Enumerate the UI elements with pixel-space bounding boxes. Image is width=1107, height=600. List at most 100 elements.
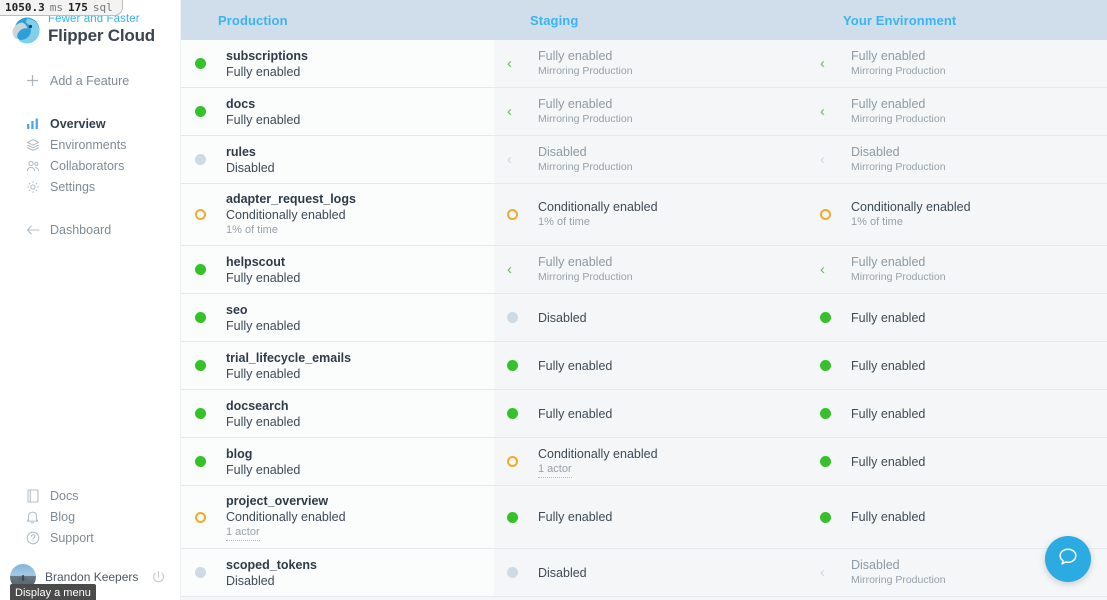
feature-state-detail: 1% of time <box>538 215 658 230</box>
bell-icon <box>25 509 40 524</box>
feature-state-detail: Mirroring Production <box>851 64 946 79</box>
cell-staging[interactable]: ‹Fully enabledMirroring Production <box>494 246 806 293</box>
cell-production[interactable]: subscriptionsFully enabled <box>181 40 494 87</box>
cell-staging[interactable]: Fully enabled <box>494 390 806 437</box>
table-row[interactable]: docsearchFully enabled Fully enabled Fully… <box>181 390 1107 438</box>
sidebar-footer: Docs Blog <box>0 485 180 600</box>
sidebar-item-dashboard[interactable]: Dashboard <box>0 219 180 240</box>
column-header-your-environment[interactable]: Your Environment <box>806 13 1107 28</box>
cell-staging[interactable]: ‹Fully enabledMirroring Production <box>494 88 806 135</box>
menu-tooltip: Display a menu <box>10 584 96 600</box>
sidebar-item-collaborators[interactable]: Collaborators <box>0 155 180 176</box>
cell-production[interactable]: seoFully enabled <box>181 294 494 341</box>
arrow-left-icon <box>25 222 40 237</box>
feature-state: Fully enabled <box>851 48 946 64</box>
cell-staging[interactable]: Conditionally enabled1% of time <box>494 184 806 245</box>
sidebar-item-support[interactable]: Support <box>0 527 180 548</box>
feature-state: Disabled <box>538 144 633 160</box>
cell-staging[interactable]: Fully enabled <box>494 342 806 389</box>
table-row[interactable]: subscriptionsFully enabled‹Fully enabled… <box>181 40 1107 88</box>
add-feature-button[interactable]: Add a Feature <box>0 70 180 91</box>
cell-staging[interactable]: ‹Fully enabledMirroring Production <box>494 40 806 87</box>
inherit-chevron-icon: ‹ <box>820 106 842 117</box>
feature-state: Disabled <box>538 565 587 581</box>
feature-name: scoped_tokens <box>226 557 317 573</box>
status-ring-conditional-icon <box>820 209 842 220</box>
cell-production[interactable]: trial_lifecycle_emailsFully enabled <box>181 342 494 389</box>
table-row[interactable]: adapter_request_logs Conditionally enable… <box>181 184 1107 246</box>
power-icon[interactable] <box>151 570 166 585</box>
table-row[interactable]: project_overviewConditionally enabled1 a… <box>181 486 1107 549</box>
feature-state: Fully enabled <box>538 406 612 422</box>
cell-production[interactable]: scoped_tokensDisabled <box>181 549 494 596</box>
table-row[interactable]: helpscoutFully enabled‹Fully enabledMirr… <box>181 246 1107 294</box>
cell-your-environment[interactable]: Conditionally enabled1% of time <box>806 184 1107 245</box>
cell-production[interactable]: blogFully enabled <box>181 438 494 485</box>
table-row[interactable]: blogFully enabledConditionally enabled1 … <box>181 438 1107 486</box>
status-dot-enabled-icon <box>820 408 842 419</box>
cell-production[interactable]: rulesDisabled <box>181 136 494 183</box>
cell-staging[interactable]: Fully enabled <box>494 486 806 548</box>
feature-name: adapter_request_logs <box>226 191 356 207</box>
table-header-row: Production Staging Your Environment <box>181 0 1107 40</box>
table-row[interactable]: trial_lifecycle_emailsFully enabledFully… <box>181 342 1107 390</box>
feature-state: Fully enabled <box>851 406 925 422</box>
cell-your-environment[interactable]: Fully enabled <box>806 342 1107 389</box>
feature-state: Fully enabled <box>226 64 308 80</box>
add-feature-label: Add a Feature <box>50 74 129 88</box>
cell-staging[interactable]: Conditionally enabled1 actor <box>494 438 806 485</box>
cell-your-environment[interactable]: Fully enabled <box>806 294 1107 341</box>
cell-your-environment[interactable]: ‹Fully enabledMirroring Production <box>806 40 1107 87</box>
book-icon <box>25 488 40 503</box>
status-dot-disabled-icon <box>195 154 217 165</box>
cell-your-environment[interactable]: Fully enabled <box>806 390 1107 437</box>
sidebar-item-overview[interactable]: Overview <box>0 113 180 134</box>
column-header-production[interactable]: Production <box>181 13 494 28</box>
cell-staging[interactable]: ‹DisabledMirroring Production <box>494 136 806 183</box>
chat-widget-button[interactable] <box>1045 536 1091 582</box>
feature-state-detail: Mirroring Production <box>851 160 946 175</box>
cell-production[interactable]: adapter_request_logsConditionally enable… <box>181 184 494 245</box>
cell-production[interactable]: docsFully enabled <box>181 88 494 135</box>
feature-name: seo <box>226 302 300 318</box>
question-circle-icon <box>25 530 40 545</box>
sidebar-item-collaborators-label: Collaborators <box>50 159 124 173</box>
feature-state-detail[interactable]: 1 actor <box>226 525 260 541</box>
table-row[interactable]: rulesDisabled‹DisabledMirroring Producti… <box>181 136 1107 184</box>
column-header-staging[interactable]: Staging <box>494 13 806 28</box>
status-dot-enabled-icon <box>820 312 842 323</box>
sidebar-item-blog[interactable]: Blog <box>0 506 180 527</box>
table-row[interactable]: scoped_tokensDisabledDisabled‹DisabledMi… <box>181 549 1107 597</box>
feature-name: project_overview <box>226 493 346 509</box>
sidebar-item-environments[interactable]: Environments <box>0 134 180 155</box>
feature-state-detail: Mirroring Production <box>538 64 633 79</box>
table-body: subscriptionsFully enabled‹Fully enabled… <box>181 40 1107 597</box>
table-row[interactable]: seoFully enabledDisabledFully enabled <box>181 294 1107 342</box>
feature-state-detail: Mirroring Production <box>538 112 633 127</box>
feature-state-detail[interactable]: 1 actor <box>538 462 572 478</box>
cell-staging[interactable]: Disabled <box>494 549 806 596</box>
status-dot-enabled-icon <box>507 512 529 523</box>
user-name: Brandon Keepers <box>45 570 142 584</box>
cell-your-environment[interactable]: ‹Fully enabledMirroring Production <box>806 88 1107 135</box>
cell-your-environment[interactable]: ‹DisabledMirroring Production <box>806 136 1107 183</box>
sidebar-item-settings[interactable]: Settings <box>0 176 180 197</box>
cell-production[interactable]: project_overviewConditionally enabled1 a… <box>181 486 494 548</box>
sidebar-item-settings-label: Settings <box>50 180 95 194</box>
feature-state-detail: Mirroring Production <box>538 270 633 285</box>
cell-your-environment[interactable]: ‹Fully enabledMirroring Production <box>806 246 1107 293</box>
inherit-chevron-icon: ‹ <box>820 264 842 275</box>
dashboard-nav: Dashboard <box>0 219 180 240</box>
cell-your-environment[interactable]: Fully enabled <box>806 438 1107 485</box>
bar-chart-icon <box>25 116 40 131</box>
cell-production[interactable]: helpscoutFully enabled <box>181 246 494 293</box>
table-row[interactable]: docsFully enabled‹Fully enabledMirroring… <box>181 88 1107 136</box>
feature-name: docs <box>226 96 300 112</box>
debug-bar[interactable]: 1050.3 ms 175 sql <box>0 0 123 16</box>
app-root: 1050.3 ms 175 sql Fewer and Faster Flipp… <box>0 0 1107 600</box>
cell-production[interactable]: docsearchFully enabled <box>181 390 494 437</box>
feature-state: Fully enabled <box>851 254 946 270</box>
debug-time-value: 1050.3 <box>5 2 45 13</box>
sidebar-item-docs[interactable]: Docs <box>0 485 180 506</box>
cell-staging[interactable]: Disabled <box>494 294 806 341</box>
